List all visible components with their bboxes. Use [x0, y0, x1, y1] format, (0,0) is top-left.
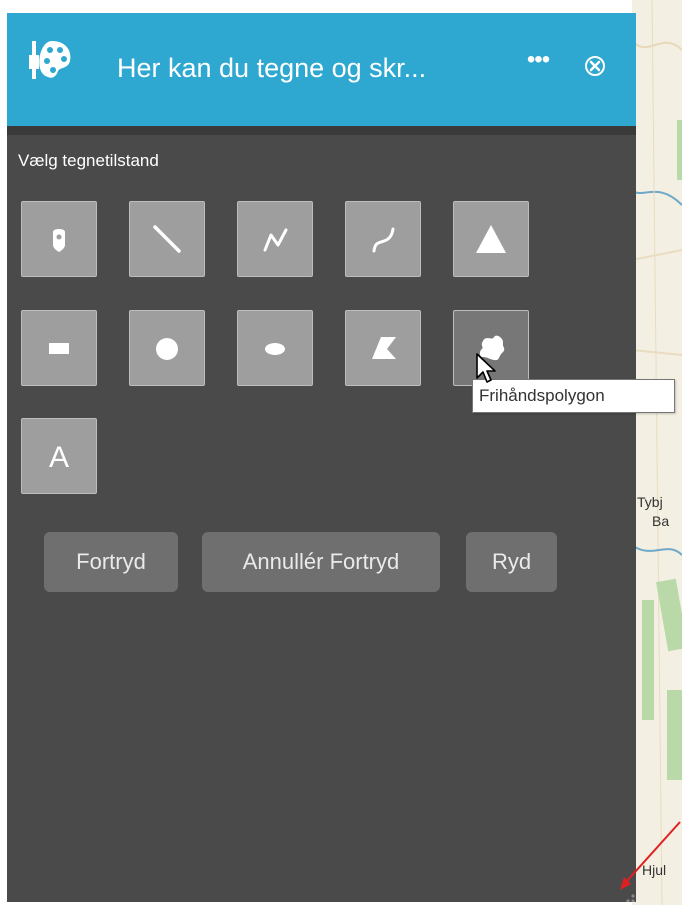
point-marker-icon	[53, 229, 65, 252]
circle-icon	[156, 338, 178, 360]
tooltip-freehand-polygon: Frihåndspolygon	[472, 379, 675, 413]
clear-button[interactable]: Ryd	[466, 532, 557, 592]
triangle-icon	[476, 225, 506, 253]
tool-freehand-line[interactable]	[345, 201, 421, 277]
map-label-tybj: Tybj	[637, 494, 663, 510]
mouse-cursor-icon	[476, 353, 496, 383]
tool-triangle[interactable]	[453, 201, 529, 277]
panel-header: Her kan du tegne og skr... •••	[7, 13, 636, 126]
tool-polygon[interactable]	[345, 310, 421, 386]
undo-button[interactable]: Fortryd	[44, 532, 178, 592]
annotation-arrow-icon	[620, 821, 681, 890]
map-features	[632, 0, 682, 905]
map-label-ba: Ba	[652, 513, 670, 529]
tool-line[interactable]	[129, 201, 205, 277]
tool-polyline[interactable]	[237, 201, 313, 277]
map-view[interactable]: Tybj Ba Hjul	[632, 0, 682, 905]
close-icon[interactable]	[584, 55, 606, 77]
tool-text[interactable]: A	[21, 418, 97, 494]
draw-widget-panel: Her kan du tegne og skr... ••• Vælg tegn…	[7, 13, 636, 902]
polygon-icon	[372, 337, 396, 359]
draw-mode-label: Vælg tegnetilstand	[18, 151, 159, 170]
ellipse-icon	[265, 343, 285, 355]
header-divider	[7, 126, 636, 135]
tool-ellipse[interactable]	[237, 310, 313, 386]
more-options-button[interactable]: •••	[522, 48, 554, 77]
line-icon	[153, 225, 181, 253]
redo-button[interactable]: Annullér Fortryd	[202, 532, 440, 592]
palette-icon	[29, 41, 71, 79]
tool-point[interactable]	[21, 201, 97, 277]
text-icon: A	[48, 441, 69, 474]
polyline-icon	[263, 228, 288, 252]
rectangle-icon	[49, 343, 69, 354]
freehand-line-icon	[372, 227, 395, 253]
tool-rectangle[interactable]	[21, 310, 97, 386]
tool-circle[interactable]	[129, 310, 205, 386]
panel-title: Her kan du tegne og skr...	[117, 53, 427, 83]
